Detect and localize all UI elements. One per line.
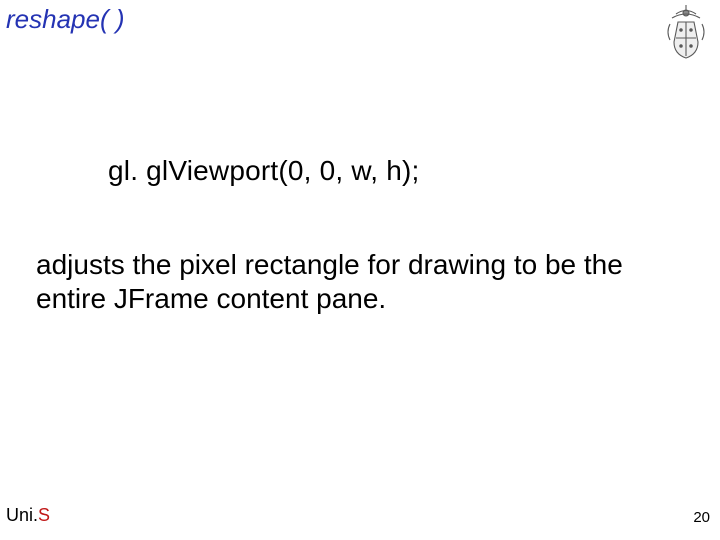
page-number: 20 — [693, 509, 710, 526]
university-crest-icon — [662, 4, 710, 60]
footer-university-label: Uni.S — [6, 505, 50, 526]
description-text: adjusts the pixel rectangle for drawing … — [36, 248, 660, 316]
slide-title: reshape( ) — [6, 4, 125, 35]
footer-s-text: S — [38, 505, 50, 525]
code-snippet: gl. glViewport(0, 0, w, h); — [108, 155, 419, 187]
footer-uni-text: Uni. — [6, 505, 38, 525]
